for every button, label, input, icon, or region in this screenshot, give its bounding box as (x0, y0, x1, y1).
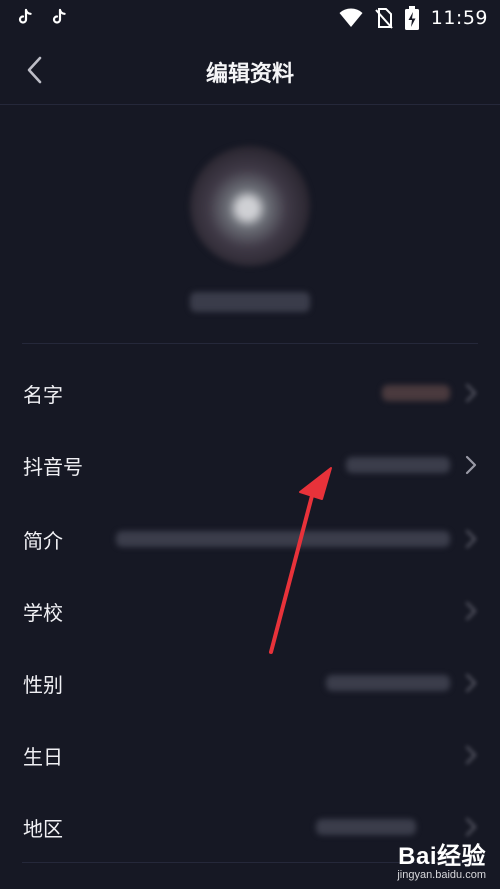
avatar[interactable] (190, 146, 310, 266)
row-school[interactable]: 学校 (0, 575, 500, 647)
row-value (116, 531, 450, 547)
chevron-right-icon (465, 529, 477, 549)
row-label: 性别 (23, 673, 63, 697)
row-label: 抖音号 (23, 455, 83, 479)
row-label: 简介 (23, 529, 63, 553)
baidu-jingyan-watermark: Bai经验 jingyan.baidu.com (397, 836, 486, 881)
row-bio[interactable]: 简介 (0, 503, 500, 575)
row-value (326, 675, 450, 691)
row-value (382, 385, 450, 401)
row-name[interactable]: 名字 (0, 357, 500, 429)
divider (22, 343, 478, 344)
wifi-icon (339, 8, 363, 27)
chevron-right-icon (465, 455, 477, 475)
row-value (316, 819, 416, 835)
chevron-right-icon (465, 601, 477, 621)
row-gender[interactable]: 性别 (0, 647, 500, 719)
watermark-brand: Bai经验 (398, 843, 486, 870)
row-birthday[interactable]: 生日 (0, 719, 500, 791)
nav-bar: 编辑资料 (0, 36, 500, 105)
row-label: 生日 (23, 745, 63, 769)
chevron-right-icon (465, 673, 477, 693)
battery-charging-icon (404, 6, 419, 30)
tiktok-app-icon (18, 8, 32, 24)
row-douyin-id[interactable]: 抖音号 (0, 429, 500, 501)
row-label: 地区 (23, 817, 63, 841)
avatar-caption[interactable] (190, 292, 310, 312)
no-sim-icon (374, 8, 393, 29)
status-time: 11:59 (430, 7, 488, 29)
chevron-right-icon (465, 745, 477, 765)
watermark-url: jingyan.baidu.com (397, 869, 486, 881)
page-title: 编辑资料 (205, 62, 294, 87)
chevron-right-icon (465, 383, 477, 403)
row-value (346, 457, 450, 473)
status-bar: 11:59 (0, 0, 500, 36)
tiktok-app-icon (52, 8, 66, 24)
row-label: 学校 (23, 601, 63, 625)
row-label: 名字 (23, 383, 63, 407)
